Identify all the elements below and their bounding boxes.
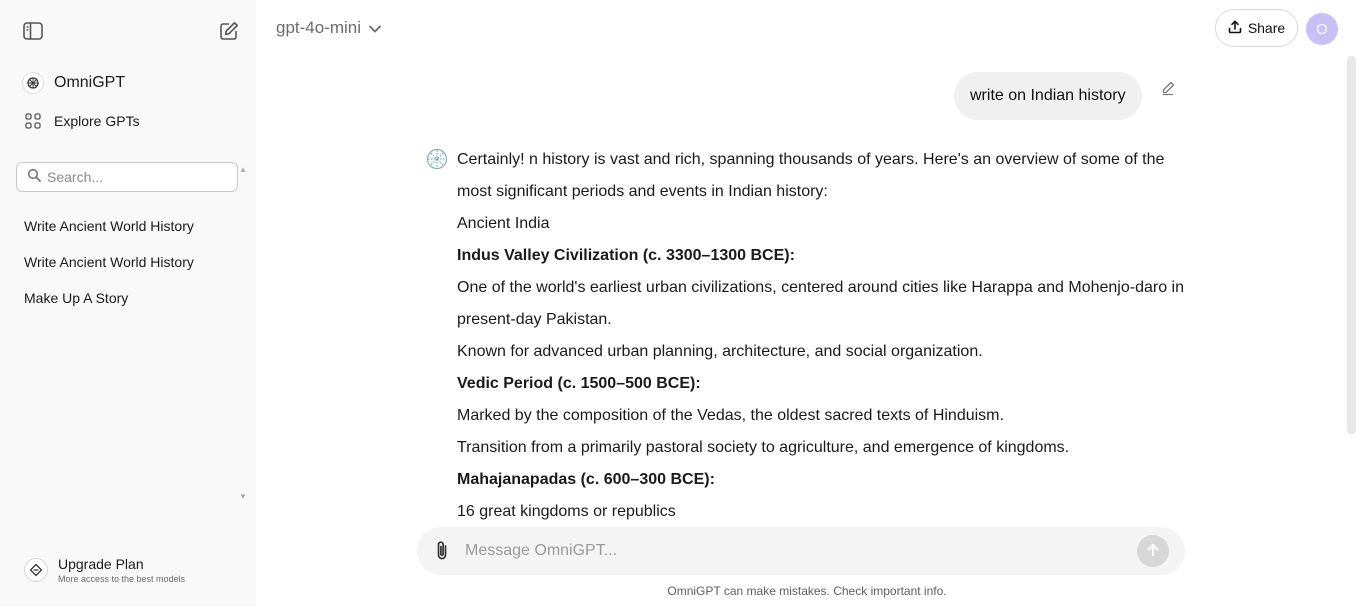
arrow-up-icon [1146, 543, 1160, 560]
assistant-logo-icon [426, 148, 448, 170]
scroll-down-arrow[interactable]: ▼ [239, 492, 247, 501]
composer [417, 527, 1185, 575]
upgrade-title: Upgrade Plan [58, 556, 144, 572]
user-message: write on Indian history [954, 72, 1142, 120]
model-name: gpt-4o-mini [276, 18, 362, 37]
brand-label: OmniGPT [54, 74, 126, 91]
disclaimer: OmniGPT can make mistakes. Check importa… [667, 584, 947, 598]
assistant-answer: Certainly! n history is vast and rich, s… [457, 144, 1185, 528]
main-scrollbar[interactable] [1347, 56, 1356, 434]
omnigpt-logo-icon [22, 72, 44, 94]
share-label: Share [1247, 20, 1286, 36]
paperclip-icon[interactable] [433, 540, 451, 567]
explore-label: Explore GPTs [54, 113, 140, 129]
search-icon [27, 168, 41, 187]
sidebar-toggle-icon[interactable] [21, 19, 45, 43]
avatar[interactable]: O [1306, 13, 1338, 45]
send-button[interactable] [1137, 535, 1169, 567]
search-input[interactable] [47, 169, 227, 185]
answer-paragraph: One of the world's earliest urban civili… [457, 279, 1185, 328]
answer-paragraph: Certainly! n history is vast and rich, s… [457, 151, 1165, 200]
sidebar-item-explore-gpts[interactable]: Explore GPTs [22, 110, 140, 132]
upgrade-icon [24, 558, 48, 582]
answer-paragraph: Known for advanced urban planning, archi… [457, 343, 983, 360]
search-box [16, 162, 238, 192]
upgrade-plan-button[interactable]: Upgrade Plan More access to the best mod… [24, 556, 185, 584]
message-input[interactable] [465, 539, 1105, 563]
answer-paragraph: Transition from a primarily pastoral soc… [457, 439, 1070, 456]
sidebar: OmniGPT Explore GPTs ▲ Write Ancient Wor… [0, 0, 256, 607]
pencil-icon[interactable] [1160, 80, 1176, 101]
chevron-down-icon [369, 18, 381, 38]
grid-icon [22, 110, 44, 132]
history-item[interactable]: Make Up A Story [24, 290, 128, 306]
answer-heading: Indus Valley Civilization (c. 3300–1300 … [457, 247, 795, 264]
share-button[interactable]: Share [1215, 9, 1298, 47]
scroll-up-arrow[interactable]: ▲ [239, 165, 247, 174]
history-item[interactable]: Write Ancient World History [24, 218, 194, 234]
new-chat-icon[interactable] [217, 19, 241, 43]
model-selector[interactable]: gpt-4o-mini [276, 18, 381, 38]
upgrade-subtitle: More access to the best models [58, 574, 186, 584]
answer-paragraph: 16 great kingdoms or republics [457, 503, 676, 520]
upload-icon [1228, 20, 1242, 37]
answer-paragraph: Marked by the composition of the Vedas, … [457, 407, 1004, 424]
history-item[interactable]: Write Ancient World History [24, 254, 194, 270]
sidebar-item-omnigpt[interactable]: OmniGPT [22, 72, 125, 94]
answer-paragraph: Ancient India [457, 215, 550, 232]
answer-heading: Vedic Period (c. 1500–500 BCE): [457, 375, 701, 392]
answer-heading: Mahajanapadas (c. 600–300 BCE): [457, 471, 715, 488]
